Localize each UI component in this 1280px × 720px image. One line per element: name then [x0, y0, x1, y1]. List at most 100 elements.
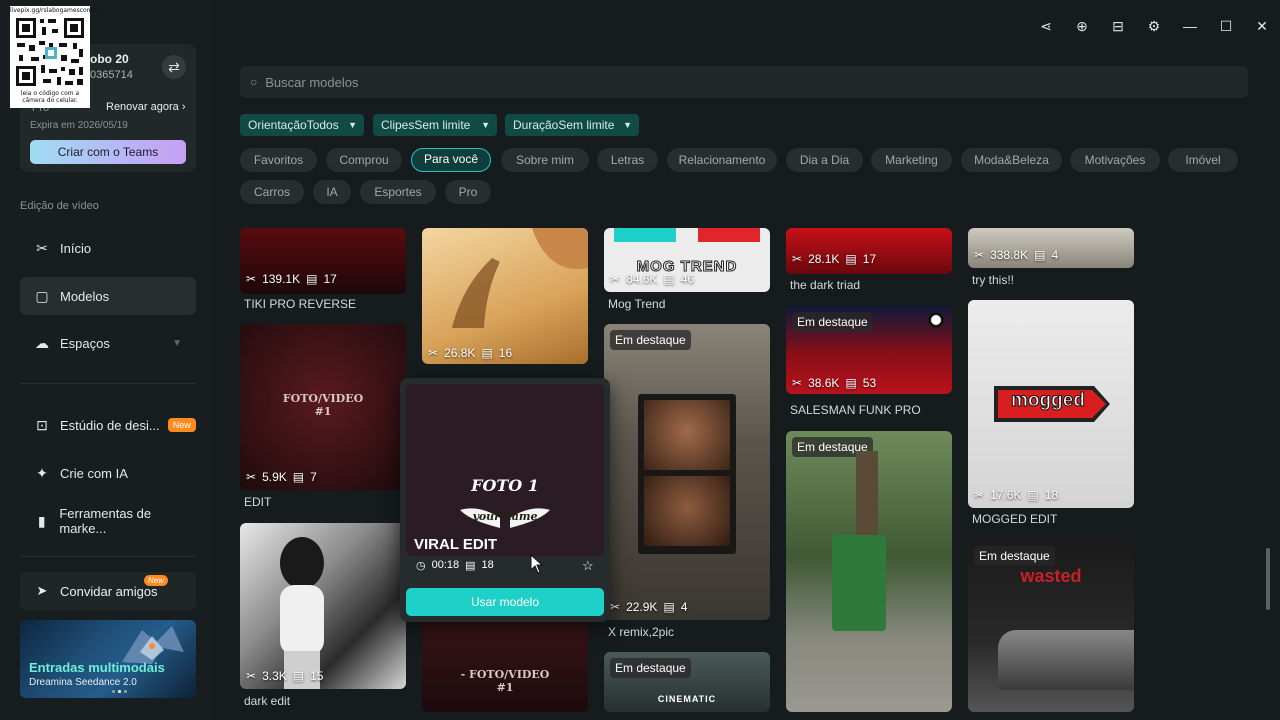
clips-icon: ▤ [663, 272, 675, 286]
switch-account-button[interactable]: ⇄ [162, 55, 186, 79]
preview-image: FOTO 1 your name [406, 384, 604, 556]
template-card[interactable]: ✂ 26.8K ▤ 16 [422, 228, 588, 364]
filter-label: OrientaçãoTodos [248, 118, 339, 132]
card-stats: ✂ 26.8K ▤ 16 [428, 346, 512, 360]
renew-link[interactable]: Renovar agora › [106, 101, 186, 113]
clips-icon: ▤ [1034, 248, 1046, 262]
carousel-dots [112, 690, 127, 693]
card-stats: ✂ 5.9K ▤ 7 [246, 470, 317, 484]
tab-esportes[interactable]: Esportes [360, 180, 436, 204]
template-card[interactable]: MOG TREND ✂ 84.6K ▤ 46 [604, 228, 770, 292]
card-title: dark edit [244, 694, 291, 708]
minimize-icon[interactable]: — [1172, 14, 1208, 38]
search-icon: ○ [250, 75, 258, 89]
create-with-teams-button[interactable]: Criar com o Teams [30, 140, 186, 164]
sidebar-item-create-with-ai[interactable]: ✦ Crie com IA [20, 454, 196, 492]
use-count: 22.9K [626, 600, 658, 614]
use-count: 26.8K [444, 346, 476, 360]
card-stats: ✂ 22.9K ▤ 4 [610, 600, 687, 614]
card-title: SALESMAN FUNK PRO [790, 403, 921, 417]
template-card[interactable]: Em destaque ✂ 22.9K ▤ 4 [604, 324, 770, 620]
template-card[interactable]: ✂ 3.3K ▤ 15 [240, 523, 406, 689]
banner-subtitle: Dreamina Seedance 2.0 [29, 677, 137, 688]
template-card[interactable]: mogged ✂ 17.6K ▤ 18 [968, 300, 1134, 508]
upload-icon[interactable]: ⊕ [1064, 14, 1100, 38]
marketing-icon: ▮ [37, 512, 46, 529]
orientation-filter[interactable]: OrientaçãoTodos ▼ [240, 114, 364, 136]
tab-para-voce[interactable]: Para você [411, 148, 491, 172]
tab-relacionamento[interactable]: Relacionamento [667, 148, 777, 172]
user-id: 0365714 [90, 69, 133, 81]
use-count: 38.6K [808, 376, 840, 390]
tab-sobre-mim[interactable]: Sobre mim [501, 148, 589, 172]
duration: 00:18 [431, 559, 460, 571]
template-card[interactable]: Em destaque [786, 431, 952, 712]
tab-dia-a-dia[interactable]: Dia a Dia [786, 148, 863, 172]
maximize-icon[interactable]: ☐ [1208, 14, 1244, 38]
card-stats: ✂ 38.6K ▤ 53 [792, 376, 876, 390]
card-title: the dark triad [790, 278, 861, 292]
scissors-icon: ✂ [792, 376, 803, 390]
sidebar-item-design-studio[interactable]: ⊡ Estúdio de desi... New [20, 406, 196, 444]
use-count: 17.6K [990, 488, 1022, 502]
clip-count: 17 [862, 252, 877, 266]
duration-filter[interactable]: DuraçãoSem limite ▼ [505, 114, 639, 136]
favorite-star-icon[interactable]: ☆ [582, 558, 594, 574]
close-icon[interactable]: ✕ [1244, 14, 1280, 38]
template-card[interactable]: ✂ 28.1K ▤ 17 [786, 228, 952, 274]
tab-marketing[interactable]: Marketing [871, 148, 952, 172]
settings-icon[interactable]: ⚙ [1136, 14, 1172, 38]
template-preview-popup[interactable]: FOTO 1 your name VIRAL EDIT ◷ 00:18 ▤ 18 ☆… [400, 378, 610, 622]
featured-badge: Em destaque [792, 312, 873, 332]
template-card[interactable]: - FOTO/VIDEO #1 [422, 616, 588, 712]
sidebar-item-templates[interactable]: ▢ Modelos [20, 277, 196, 315]
tab-letras[interactable]: Letras [597, 148, 658, 172]
use-count: 28.1K [808, 252, 840, 266]
card-overlay-text: FOTO/VIDEO #1 [282, 392, 364, 418]
user-name: obo 20 [90, 52, 129, 66]
feedback-icon[interactable]: ⊟ [1100, 14, 1136, 38]
sidebar-divider [20, 556, 196, 557]
template-card[interactable]: ✂ 338.8K ▤ 4 [968, 228, 1134, 268]
sidebar-item-home[interactable]: ✂ Início [20, 229, 196, 267]
tab-carros[interactable]: Carros [240, 180, 304, 204]
tab-moda-beleza[interactable]: Moda&Beleza [961, 148, 1062, 172]
tab-ia[interactable]: IA [313, 180, 351, 204]
chevron-down-icon: ▼ [348, 120, 357, 130]
clips-icon: ▤ [845, 376, 857, 390]
use-template-button[interactable]: Usar modelo [406, 588, 604, 616]
tab-pro[interactable]: Pro [445, 180, 491, 204]
clips-filter[interactable]: ClipesSem limite ▼ [373, 114, 497, 136]
template-card[interactable]: FOTO/VIDEO #1 ✂ 5.9K ▤ 7 [240, 324, 406, 490]
use-count: 5.9K [262, 470, 287, 484]
card-overlay-text: CINEMATIC [657, 694, 717, 704]
card-title: try this!! [972, 273, 1015, 287]
scissors-icon: ✂ [36, 239, 48, 256]
clips-icon: ▤ [292, 470, 305, 484]
template-card[interactable]: ✂ 139.1K ▤ 17 [240, 228, 406, 294]
promo-banner[interactable]: Entradas multimodais Dreamina Seedance 2… [20, 620, 196, 698]
scrollbar-thumb[interactable] [1266, 548, 1270, 610]
tab-favoritos[interactable]: Favoritos [240, 148, 317, 172]
clip-count: 4 [1051, 248, 1059, 262]
scissors-icon: ✂ [246, 272, 257, 286]
invite-friends-button[interactable]: ➤ Convidar amigos New [20, 572, 196, 610]
clip-count: 15 [310, 669, 324, 683]
template-card[interactable]: Em destaque ✂ 38.6K ▤ 53 [786, 306, 952, 394]
renew-label: Renovar agora [106, 101, 179, 113]
tab-imovel[interactable]: Imóvel [1168, 148, 1238, 172]
sidebar-item-label: Início [60, 240, 92, 256]
share-icon[interactable]: ⋖ [1028, 14, 1064, 38]
template-card[interactable]: Em destaque CINEMATIC [604, 652, 770, 712]
scissors-icon: ✂ [610, 600, 621, 614]
person-silhouette-icon [280, 537, 324, 689]
card-title: MOGGED EDIT [972, 512, 1058, 526]
sidebar-item-marketing-tools[interactable]: ▮ Ferramentas de marke... [20, 502, 196, 540]
chevron-down-icon: ▼ [172, 337, 182, 349]
chevron-right-icon: › [181, 101, 186, 113]
tab-comprou[interactable]: Comprou [326, 148, 402, 172]
search-input[interactable]: ○ Buscar modelos [240, 66, 1248, 98]
sidebar-item-spaces[interactable]: ☁ Espaços ▼ [20, 324, 196, 362]
template-card[interactable]: Em destaque wasted [968, 540, 1134, 712]
tab-motivacoes[interactable]: Motivações [1070, 148, 1160, 172]
